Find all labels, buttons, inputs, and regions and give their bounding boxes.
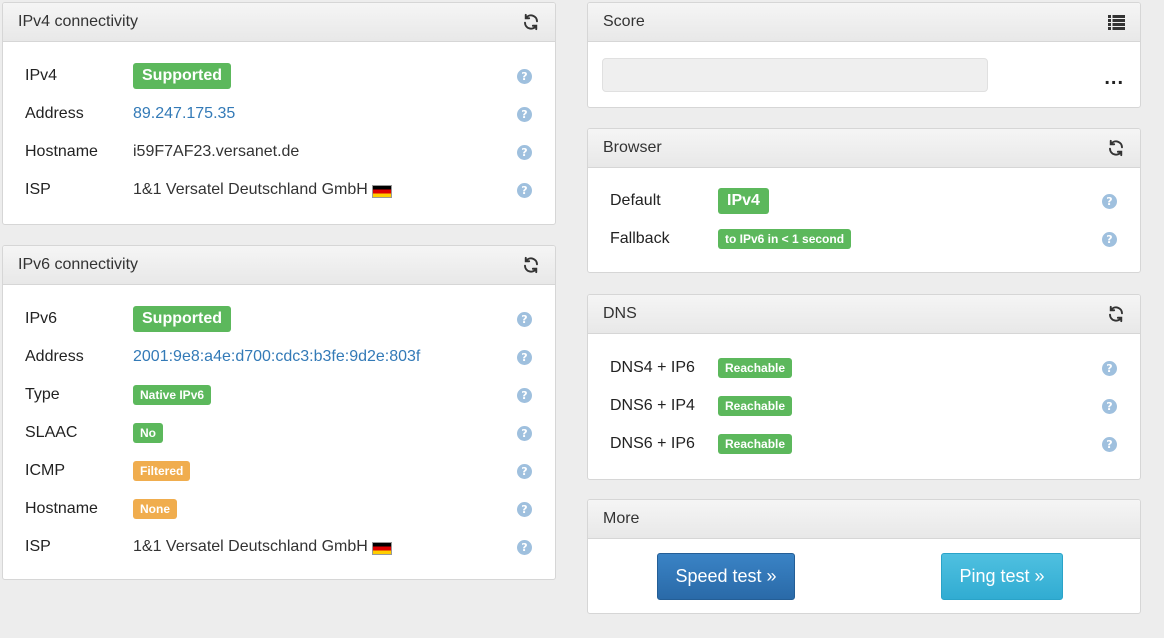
help-icon[interactable]: ? [517,182,532,198]
type-badge: Native IPv6 [133,385,212,405]
score-progress-bar [602,58,988,92]
help-icon[interactable]: ? [1102,360,1117,376]
row-label: Fallback [610,230,670,247]
ipv6-address-link[interactable]: 2001:9e8:a4e:d700:cdc3:b3fe:9d2e:803f [133,348,420,366]
ipv4-row: IPv4 Supported ? [3,57,555,95]
ipv6-row: IPv6 Supported ? [3,300,555,338]
row-label: Address [25,105,84,122]
reachable-badge: Reachable [718,396,793,416]
help-icon[interactable]: ? [517,349,532,365]
browser-panel-header: Browser [588,129,1140,168]
row-label: ICMP [25,462,65,479]
ipv4-address-link[interactable]: 89.247.175.35 [133,105,235,123]
row-label: DNS6 + IP6 [610,435,695,452]
status-badge: Supported [133,306,231,332]
refresh-icon[interactable] [1106,304,1126,324]
hostname-row: Hostname i59F7AF23.versanet.de ? [3,133,555,171]
slaac-badge: No [133,423,163,443]
help-icon[interactable]: ? [1102,436,1117,452]
row-label: Hostname [25,500,98,517]
help-icon[interactable]: ? [517,425,532,441]
isp-value: 1&1 Versatel Deutschland GmbH [133,538,368,555]
hostname-value: i59F7AF23.versanet.de [133,143,300,160]
fallback-badge: to IPv6 in < 1 second [718,229,852,249]
help-icon[interactable]: ? [1102,193,1117,209]
default-badge: IPv4 [718,188,769,214]
more-panel-header: More [588,500,1140,539]
reachable-badge: Reachable [718,434,793,454]
row-label: Type [25,386,60,403]
germany-flag-icon [371,541,392,555]
ipv4-panel: IPv4 connectivity IPv4 Supported ? Addre… [2,2,556,225]
panel-title: More [603,510,640,527]
refresh-icon[interactable] [521,255,541,275]
panel-title: IPv6 connectivity [18,256,139,273]
refresh-icon[interactable] [521,12,541,32]
germany-flag-icon [371,184,392,198]
address-row: Address 89.247.175.35 ? [3,95,555,133]
help-icon[interactable]: ? [517,106,532,122]
panel-title: IPv4 connectivity [18,13,139,30]
isp-value: 1&1 Versatel Deutschland GmbH [133,181,368,198]
dns-panel: DNS DNS4 + IP6 Reachable ? DNS6 + IP4 Re… [587,294,1141,480]
ping-test-button[interactable]: Ping test » [941,553,1063,600]
row-label: SLAAC [25,424,78,441]
reachable-badge: Reachable [718,358,793,378]
isp-row: ISP 1&1 Versatel Deutschland GmbH ? [3,171,555,209]
row-label: Default [610,192,661,209]
help-icon[interactable]: ? [517,501,532,517]
dns6-ip6-row: DNS6 + IP6 Reachable ? [588,425,1140,463]
refresh-icon[interactable] [1106,138,1126,158]
more-panel: More Speed test » Ping test » [587,499,1141,614]
browser-panel: Browser Default IPv4 ? Fallback to IPv6 … [587,128,1141,273]
status-badge: Supported [133,63,231,89]
ipv6-panel: IPv6 connectivity IPv6 Supported ? Addre… [2,245,556,580]
help-icon[interactable]: ? [517,68,532,84]
row-label: IPv4 [25,67,58,84]
dns-panel-header: DNS [588,295,1140,334]
row-label: IPv6 [25,310,58,327]
row-label: Address [25,348,84,365]
row-label: DNS6 + IP4 [610,397,695,414]
panel-title: Browser [603,139,662,156]
help-icon[interactable]: ? [517,144,532,160]
default-row: Default IPv4 ? [588,182,1140,220]
panel-title: Score [603,13,645,30]
dns4-ip6-row: DNS4 + IP6 Reachable ? [588,349,1140,387]
help-icon[interactable]: ? [517,463,532,479]
help-icon[interactable]: ? [517,539,532,555]
row-label: DNS4 + IP6 [610,359,695,376]
row-label: Hostname [25,143,98,160]
speed-test-button[interactable]: Speed test » [657,553,795,600]
address-row: Address 2001:9e8:a4e:d700:cdc3:b3fe:9d2e… [3,338,555,376]
isp-row: ISP 1&1 Versatel Deutschland GmbH ? [3,528,555,566]
hostname-row: Hostname None ? [3,490,555,528]
ipv6-panel-header: IPv6 connectivity [3,246,555,285]
dns6-ip4-row: DNS6 + IP4 Reachable ? [588,387,1140,425]
slaac-row: SLAAC No ? [3,414,555,452]
list-icon[interactable] [1106,12,1126,32]
fallback-row: Fallback to IPv6 in < 1 second ? [588,220,1140,258]
help-icon[interactable]: ? [1102,231,1117,247]
help-icon[interactable]: ? [517,311,532,327]
score-panel: Score ... [587,2,1141,108]
icmp-row: ICMP Filtered ? [3,452,555,490]
row-label: ISP [25,181,51,198]
help-icon[interactable]: ? [517,387,532,403]
more-options-icon[interactable]: ... [1104,68,1124,88]
icmp-badge: Filtered [133,461,191,481]
ipv4-panel-header: IPv4 connectivity [3,3,555,42]
row-label: ISP [25,538,51,555]
score-panel-header: Score [588,3,1140,42]
panel-title: DNS [603,305,637,322]
type-row: Type Native IPv6 ? [3,376,555,414]
hostname-badge: None [133,499,177,519]
help-icon[interactable]: ? [1102,398,1117,414]
